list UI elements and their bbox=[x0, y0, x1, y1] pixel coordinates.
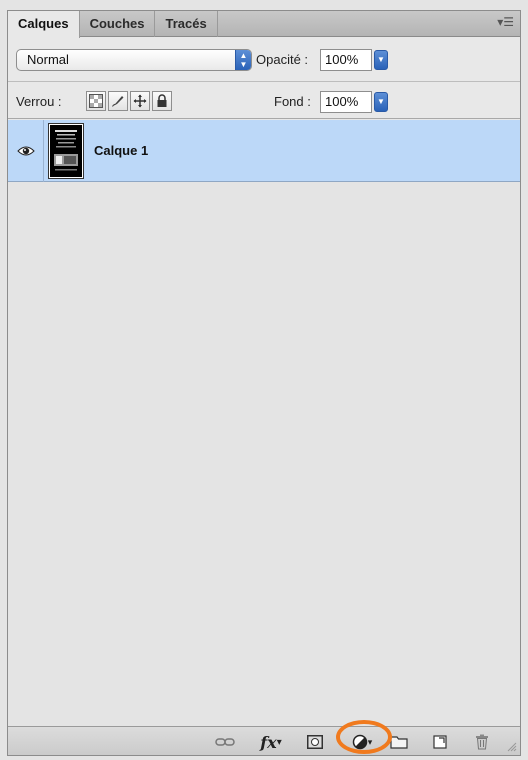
lock-pixels-icon[interactable] bbox=[108, 91, 128, 111]
layers-panel: Calques Couches Tracés ▾☰ Normal ▲ ▼ Opac… bbox=[7, 10, 521, 756]
layer-thumbnail bbox=[48, 123, 84, 179]
fill-dropdown-icon[interactable]: ▼ bbox=[374, 92, 388, 112]
lock-transparency-icon[interactable] bbox=[86, 91, 106, 111]
trash-icon[interactable] bbox=[472, 733, 492, 751]
link-layers-icon[interactable] bbox=[214, 733, 236, 751]
layer-mask-icon[interactable] bbox=[304, 733, 326, 751]
layers-footer-toolbar: fx ▾ ▾ bbox=[8, 720, 520, 755]
fill-input[interactable]: 100% bbox=[320, 91, 372, 113]
panel-menu-icon[interactable]: ▾☰ bbox=[497, 15, 514, 29]
tab-couches[interactable]: Couches bbox=[80, 11, 156, 37]
layers-list: Calque 1 bbox=[8, 120, 520, 726]
resize-grip-icon[interactable] bbox=[507, 742, 517, 752]
layer-name[interactable]: Calque 1 bbox=[94, 143, 148, 158]
lock-row: Verrou : Fond : 100% ▼ bbox=[8, 83, 520, 119]
tab-strip: Calques Couches Tracés ▾☰ bbox=[8, 11, 520, 38]
blend-mode-select[interactable]: Normal ▲ ▼ bbox=[16, 49, 252, 71]
blend-mode-value: Normal bbox=[27, 52, 69, 67]
new-layer-icon[interactable] bbox=[430, 733, 450, 751]
lock-position-icon[interactable] bbox=[130, 91, 150, 111]
select-arrows-icon: ▲ ▼ bbox=[235, 50, 251, 70]
tab-traces[interactable]: Tracés bbox=[155, 11, 218, 37]
lock-all-icon[interactable] bbox=[152, 91, 172, 111]
lock-label: Verrou : bbox=[16, 94, 62, 109]
visibility-toggle[interactable] bbox=[8, 120, 44, 182]
tab-calques[interactable]: Calques bbox=[8, 11, 80, 38]
opacity-input[interactable]: 100% bbox=[320, 49, 372, 71]
layer-row[interactable]: Calque 1 bbox=[8, 120, 520, 182]
blend-row: Normal ▲ ▼ Opacité : 100% ▼ bbox=[8, 38, 520, 82]
highlight-ring bbox=[336, 720, 392, 754]
layer-style-fx-icon[interactable]: fx ▾ bbox=[256, 732, 286, 752]
opacity-dropdown-icon[interactable]: ▼ bbox=[374, 50, 388, 70]
eye-icon bbox=[16, 146, 35, 156]
fx-label: fx bbox=[260, 732, 277, 752]
fill-label: Fond : bbox=[274, 94, 311, 109]
opacity-label: Opacité : bbox=[256, 52, 309, 67]
